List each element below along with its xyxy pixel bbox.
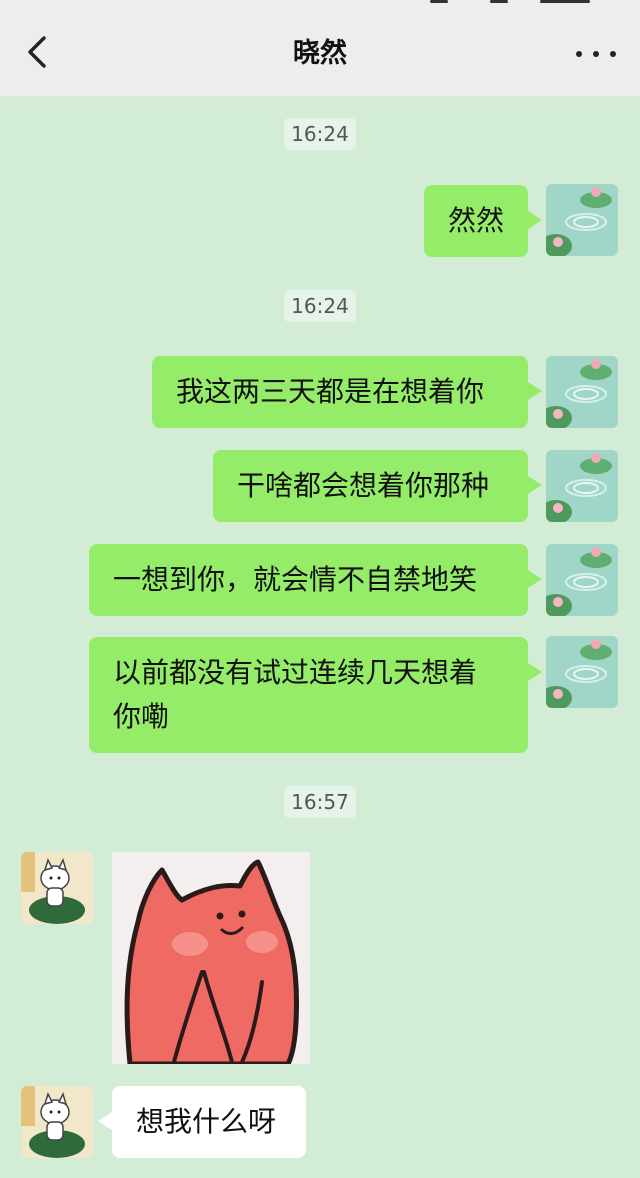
chat-title: 晓然 <box>293 38 347 69</box>
contact-avatar[interactable] <box>21 1086 93 1158</box>
status-bar <box>0 0 640 8</box>
battery-icon <box>540 0 590 3</box>
signal-icon <box>430 0 448 3</box>
blushing-pink-cat-sticker[interactable] <box>112 852 310 1064</box>
my-message-bubble[interactable]: 干啥都会想着你那种 <box>213 450 542 522</box>
my-message-bubble[interactable]: 以前都没有试过连续几天想着你嘞 <box>89 637 542 753</box>
chat-header: 晓然 <box>0 8 640 97</box>
timestamp: 16:57 <box>284 786 356 818</box>
my-avatar[interactable] <box>546 636 618 708</box>
wifi-icon <box>490 0 508 3</box>
my-avatar[interactable] <box>546 184 618 256</box>
contact-avatar[interactable] <box>21 852 93 924</box>
my-message-bubble[interactable]: 一想到你，就会情不自禁地笑 <box>89 544 542 616</box>
my-avatar[interactable] <box>546 544 618 616</box>
timestamp: 16:24 <box>284 118 356 150</box>
more-dots-icon[interactable] <box>574 38 618 68</box>
my-message-bubble[interactable]: 我这两三天都是在想着你 <box>152 356 542 428</box>
my-message-bubble[interactable]: 然然 <box>424 185 542 257</box>
my-avatar[interactable] <box>546 356 618 428</box>
contact-message-bubble[interactable]: 想我什么呀 <box>98 1086 306 1158</box>
timestamp: 16:24 <box>284 290 356 322</box>
my-avatar[interactable] <box>546 450 618 522</box>
